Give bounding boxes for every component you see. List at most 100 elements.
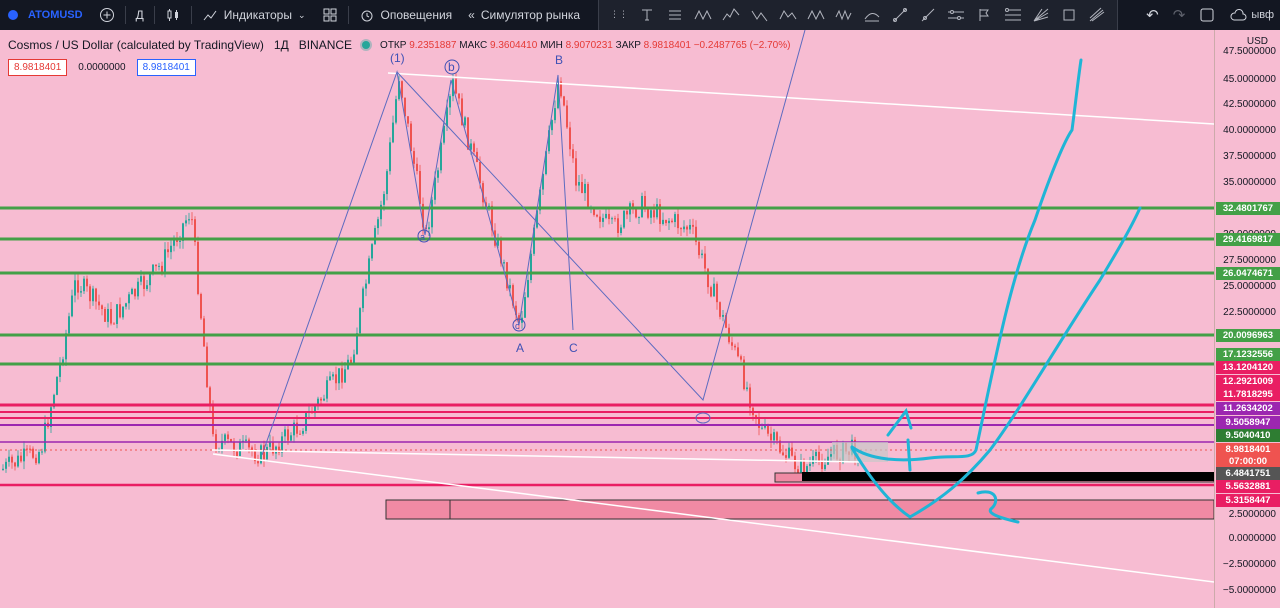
candle-body	[305, 412, 307, 431]
candle-body	[365, 283, 367, 289]
interval-label: Д	[135, 8, 144, 22]
candle-body	[740, 356, 742, 360]
elliott-triple-combo-icon[interactable]	[833, 4, 855, 26]
candle-body	[473, 143, 475, 152]
symbol-search-button[interactable]: ATOMUSD	[0, 0, 91, 30]
price-level-tag: 32.4801767	[1216, 202, 1280, 215]
candle-body	[767, 425, 769, 434]
candle-body	[86, 278, 88, 287]
parallel-channel-icon[interactable]	[945, 4, 967, 26]
xabcd-pattern-icon[interactable]	[692, 4, 714, 26]
candlestick-series	[2, 72, 859, 483]
top-right-tools: ↶ ↷ ывф	[1146, 0, 1274, 30]
bid-price-box[interactable]: 8.9818401	[8, 59, 68, 76]
chart-type-button[interactable]	[157, 0, 189, 30]
flag-mark-icon[interactable]	[973, 4, 995, 26]
price-tick-label: 35.0000000	[1223, 177, 1276, 188]
lines-tool-icon[interactable]	[664, 4, 686, 26]
candle-body	[5, 461, 7, 469]
undo-icon[interactable]: ↶	[1146, 6, 1159, 24]
candle-body	[101, 305, 103, 310]
brush-tool-icon[interactable]	[1086, 4, 1108, 26]
alerts-label: Оповещения	[380, 8, 453, 22]
layout-menu[interactable]: ывф	[1229, 8, 1274, 22]
price-chart-canvas[interactable]: (1) b B a c A C	[0, 30, 1214, 608]
fib-retracement-icon[interactable]	[1002, 4, 1024, 26]
candle-body	[2, 468, 4, 470]
price-tick-label: 22.5000000	[1223, 307, 1276, 318]
candle-body	[704, 253, 706, 269]
svg-text:b: b	[448, 60, 455, 74]
candle-body	[626, 210, 628, 215]
symbol-label: ATOMUSD	[28, 9, 83, 21]
candle-body	[458, 93, 460, 99]
candle-body	[812, 456, 814, 464]
candle-body	[299, 433, 301, 435]
candle-body	[41, 451, 43, 453]
candle-body	[170, 245, 172, 253]
candle-body	[734, 345, 736, 348]
candle-body	[20, 455, 22, 462]
price-scale[interactable]: USD 47.5000000 45.0000000 42.5000000 40.000…	[1214, 30, 1280, 608]
candle-body	[563, 96, 565, 106]
candle-body	[332, 374, 334, 377]
elliott-correction-icon[interactable]	[749, 4, 771, 26]
candle-body	[698, 241, 700, 256]
candle-body	[524, 297, 526, 318]
candle-body	[137, 281, 139, 297]
curve-tool-icon[interactable]	[861, 4, 883, 26]
candle-body	[614, 218, 616, 220]
elliott-double-combo-icon[interactable]	[805, 4, 827, 26]
candle-body	[602, 217, 604, 222]
candle-body	[113, 323, 115, 325]
candle-body	[464, 117, 466, 126]
candle-body	[179, 240, 181, 242]
candle-body	[92, 288, 94, 302]
grid-icon	[323, 8, 336, 22]
candle-body	[98, 301, 100, 306]
drag-handle-icon[interactable]: ⋮⋮	[608, 4, 630, 26]
candle-body	[224, 434, 226, 441]
replay-button[interactable]: « Симулятор рынка	[460, 0, 588, 30]
price-tick-label: 45.0000000	[1223, 74, 1276, 85]
ray-tool-icon[interactable]	[917, 4, 939, 26]
candle-body	[776, 432, 778, 441]
candle-body	[671, 220, 673, 223]
horizontal-levels	[0, 206, 1214, 487]
trend-line-icon[interactable]	[889, 4, 911, 26]
ask-price-box[interactable]: 8.9818401	[136, 59, 196, 76]
candle-body	[608, 213, 610, 220]
candle-body	[617, 218, 619, 233]
indicators-icon	[203, 10, 217, 21]
elliott-impulse-icon[interactable]	[720, 4, 742, 26]
price-level-tag: 5.3158447	[1216, 494, 1280, 507]
candle-body	[584, 183, 586, 194]
candle-body	[83, 278, 85, 292]
interval-button[interactable]: Д	[128, 0, 152, 30]
candle-body	[158, 265, 160, 267]
rectangle-tool-icon[interactable]	[1058, 4, 1080, 26]
fullscreen-icon[interactable]	[1199, 7, 1215, 23]
candle-body	[206, 346, 208, 388]
templates-button[interactable]	[314, 0, 346, 30]
candle-body	[713, 283, 715, 297]
candle-body	[368, 258, 370, 284]
candle-body	[653, 210, 655, 218]
candle-body	[212, 406, 214, 435]
gann-fan-icon[interactable]	[1030, 4, 1052, 26]
black-zone-rect	[802, 472, 1214, 481]
alerts-button[interactable]: Оповещения	[351, 0, 461, 30]
legend-exchange: BINANCE	[298, 38, 353, 52]
compare-button[interactable]	[91, 0, 123, 30]
indicators-button[interactable]: Индикаторы ⌄	[194, 0, 314, 30]
text-tool-icon[interactable]	[636, 4, 658, 26]
price-tick-label: 27.5000000	[1223, 255, 1276, 266]
redo-icon[interactable]: ↷	[1173, 6, 1186, 24]
candle-body	[407, 116, 409, 124]
candle-body	[341, 368, 343, 383]
candle-body	[509, 285, 511, 289]
elliott-triangle-icon[interactable]	[777, 4, 799, 26]
candle-body	[692, 224, 694, 227]
candle-body	[503, 262, 505, 264]
candle-body	[449, 96, 451, 108]
